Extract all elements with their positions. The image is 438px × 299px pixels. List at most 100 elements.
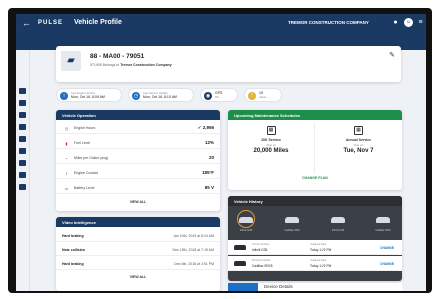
vehicles-icon[interactable] — [19, 100, 26, 106]
history-label: Assigned Date — [310, 243, 327, 246]
row-value: 185°F — [201, 170, 214, 175]
row-label: Miles per Gallon (avg) — [74, 156, 109, 160]
battery-icon: ▭ — [64, 186, 69, 191]
clock-icon: ◷ — [132, 92, 140, 100]
row-label: Engine Hours — [74, 126, 96, 130]
row-label: Fuel Level — [74, 141, 91, 145]
car-icon — [234, 261, 246, 266]
car-icon[interactable] — [331, 217, 345, 223]
back-arrow-icon[interactable]: ← — [22, 18, 31, 28]
maintenance-due-value: Tue, Nov 7 — [343, 148, 374, 154]
device-title: Device Details — [264, 284, 293, 289]
info-icon: i — [60, 92, 68, 100]
panel-title: Vehicle History — [228, 196, 402, 206]
sidebar — [16, 50, 30, 291]
view-all-button[interactable]: VIEW ALL — [56, 200, 220, 204]
history-label: Previous Vehicle — [252, 259, 271, 262]
maintenance-name: 20K Service — [261, 138, 281, 142]
truck-icon: ▰ — [61, 51, 81, 71]
list-item[interactable]: Hard braking Jan 10th, 2019 at 8:24 AM — [56, 231, 220, 242]
edit-pencil-icon[interactable]: ✎ — [389, 51, 395, 59]
history-value: Today 1:22 PM — [310, 264, 332, 268]
car-icon[interactable] — [285, 217, 299, 223]
maintenance-name: Annual Service — [345, 138, 372, 142]
list-item[interactable]: Hard braking Dec 6th, 2018 at 2:51 PM — [56, 259, 220, 270]
history-value: Today 1:22 PM — [310, 248, 332, 252]
users-icon[interactable] — [19, 172, 26, 178]
car-caption: Infiniti G35 — [331, 229, 345, 232]
menu-icon[interactable]: ≡ — [416, 18, 425, 27]
row-label: Hard braking — [62, 262, 84, 266]
status-pill-engine[interactable]: i Last Engine Activity Mon, Oct 16, 8:09… — [56, 88, 122, 102]
maintenance-icon[interactable] — [19, 160, 26, 166]
vehicle-owner[interactable]: Tremor Construction Company — [120, 63, 172, 67]
list-item: ◔ Miles per Gallon (avg) 20 — [56, 153, 220, 164]
drivers-icon[interactable] — [19, 148, 26, 154]
panel-title: Video Intelligence — [56, 217, 220, 227]
pill-value: Mon, Oct 16, 8:10 AM — [143, 95, 177, 99]
table-row: Current Vehicle Infiniti G35 Assigned Da… — [228, 240, 402, 255]
notification-icon[interactable]: ● — [391, 18, 400, 27]
change-button[interactable]: CHANGE — [380, 262, 394, 266]
avatar[interactable]: ☺ — [404, 18, 413, 27]
car-icon[interactable] — [239, 217, 253, 223]
dashboard-icon[interactable] — [19, 88, 26, 94]
vehicle-name: 88 - MA00 - 79051 — [90, 53, 145, 60]
maintenance-due-value: 20,000 Miles — [253, 148, 289, 154]
gps-icon: ◉ — [204, 92, 212, 100]
wrench-calendar-icon: ▦ — [266, 126, 276, 135]
settings-icon[interactable] — [19, 184, 26, 190]
car-icon[interactable] — [376, 217, 390, 223]
vehicle-subtitle: 971905 Belongs to Tremor Construction Co… — [90, 63, 172, 67]
top-bar: ← PULSE Vehicle Profile TREMOR CONSTRUCT… — [16, 14, 426, 50]
maintenance-due-label: Due at — [266, 143, 276, 147]
clock-icon: ◷ — [64, 126, 69, 131]
app-screen: ← PULSE Vehicle Profile TREMOR CONSTRUCT… — [16, 14, 426, 291]
status-pill-gps[interactable]: ◉ GPS OK — [200, 88, 238, 102]
reports-icon[interactable] — [19, 124, 26, 130]
view-all-button[interactable]: VIEW ALL — [56, 275, 220, 279]
list-item[interactable]: Near collision Dec 15th, 2018 at 7:15 AM — [56, 245, 220, 256]
maintenance-item: ▦ Annual Service Due on Tue, Nov 7 — [315, 122, 402, 174]
row-label: Near collision — [62, 248, 85, 252]
history-label: Current Vehicle — [252, 243, 270, 246]
vehicle-operation-panel: Vehicle Operation ◷ Engine Hours ✓ 2,956… — [56, 110, 220, 211]
vehicle-id: 971905 — [90, 63, 102, 67]
history-label: Assigned Date — [310, 259, 327, 262]
company-name[interactable]: TREMOR CONSTRUCTION COMPANY — [288, 20, 369, 25]
video-intelligence-panel: Video Intelligence Hard braking Jan 10th… — [56, 217, 220, 291]
maintenance-panel: Upcoming Maintenance Schedules ▦ 20K Ser… — [228, 110, 402, 190]
device-icon — [228, 283, 258, 291]
row-value: Jan 10th, 2019 at 8:24 AM — [173, 234, 214, 238]
page-title: Vehicle Profile — [74, 19, 122, 26]
row-value: 20 — [208, 155, 214, 160]
vehicle-card: ▰ 88 - MA00 - 79051 971905 Belongs to Tr… — [56, 46, 401, 82]
maintenance-item: ▦ 20K Service Due at 20,000 Miles — [228, 122, 315, 174]
car-caption: Infiniti G35 — [239, 229, 253, 232]
location-icon[interactable] — [19, 136, 26, 142]
change-plan-button[interactable]: CHANGE PLAN — [228, 176, 402, 180]
panel-title: Upcoming Maintenance Schedules — [228, 110, 402, 120]
row-label: Hard braking — [62, 234, 84, 238]
row-label: Battery Level — [74, 186, 95, 190]
vehicle-history-panel: Vehicle History Infiniti G35 Cadillac SR… — [228, 196, 402, 281]
change-button[interactable]: CHANGE — [380, 246, 394, 250]
fuel-icon: ▮ — [65, 141, 68, 146]
alerts-icon[interactable] — [19, 112, 26, 118]
row-value: 12% — [204, 140, 214, 145]
panel-title: Vehicle Operation — [56, 110, 220, 120]
table-row: Previous Vehicle Cadillac SRX5 Assigned … — [228, 256, 402, 271]
device-details-panel: Device Details — [228, 283, 402, 291]
row-value: Dec 15th, 2018 at 7:15 AM — [172, 248, 214, 252]
car-caption: Cadillac SRX — [375, 229, 391, 232]
status-pill-sensor[interactable]: ◷ Last Sensor Update Mon, Oct 16, 8:10 A… — [128, 88, 194, 102]
row-value: Dec 6th, 2018 at 2:51 PM — [174, 262, 214, 266]
history-value: Infiniti G35 — [252, 248, 268, 252]
history-value: Cadillac SRX5 — [252, 264, 273, 268]
list-item: ⌇ Engine Coolant 185°F — [56, 168, 220, 179]
list-item: ▮ Fuel Level 12% — [56, 138, 220, 149]
status-pills: i Last Engine Activity Mon, Oct 16, 8:09… — [56, 88, 401, 104]
status-pill-alerts[interactable]: ! 15 Alerts — [244, 88, 282, 102]
row-label: Engine Coolant — [74, 171, 98, 175]
car-caption: Cadillac SRX — [284, 229, 300, 232]
